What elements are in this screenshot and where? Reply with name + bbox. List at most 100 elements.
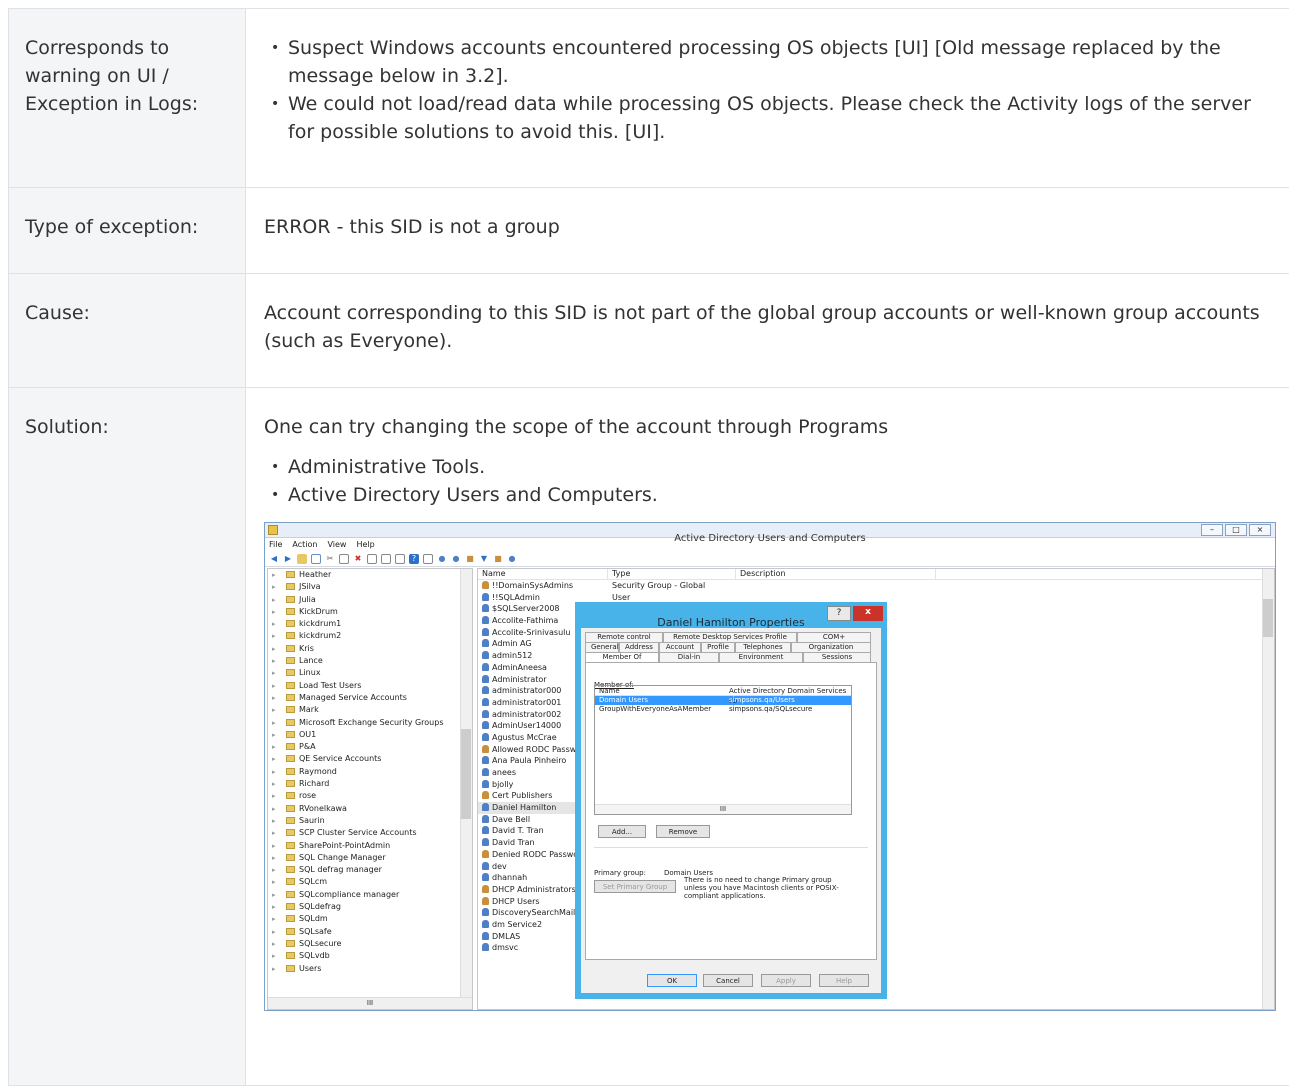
tree-item[interactable]: Mark <box>268 704 472 716</box>
tree-item[interactable]: SharePoint-PointAdmin <box>268 840 472 852</box>
tree-item-label: Kris <box>299 644 314 653</box>
console-icon[interactable] <box>423 554 433 564</box>
tree-item[interactable]: Richard <box>268 778 472 790</box>
scroll-thumb[interactable] <box>461 729 471 819</box>
export-icon[interactable] <box>395 554 405 564</box>
member-hscrollbar[interactable]: III <box>595 804 851 814</box>
tree-item[interactable]: OU1 <box>268 729 472 741</box>
tree-scrollbar[interactable] <box>460 569 472 997</box>
col-name-header[interactable]: Name <box>595 686 725 695</box>
properties-icon[interactable] <box>367 554 377 564</box>
tree-item[interactable]: SQLdm <box>268 913 472 925</box>
tab-general[interactable]: General <box>585 642 619 652</box>
delegate-icon[interactable]: ● <box>507 554 517 564</box>
properties-dialog: Daniel Hamilton Properties ? x Remote co… <box>575 602 887 999</box>
tree-item[interactable]: SQLcompliance manager <box>268 889 472 901</box>
tab-address[interactable]: Address <box>619 642 659 652</box>
user-icon <box>482 721 489 729</box>
tree-item[interactable]: SQL Change Manager <box>268 852 472 864</box>
tab-member-of[interactable]: Member Of <box>585 652 659 662</box>
tree-item[interactable]: Raymond <box>268 766 472 778</box>
tree-item[interactable]: SQLsafe <box>268 926 472 938</box>
close-button[interactable]: × <box>1249 524 1271 536</box>
dialog-help-button[interactable]: ? <box>827 606 851 621</box>
refresh-icon[interactable] <box>381 554 391 564</box>
list-item: Suspect Windows accounts encountered pro… <box>288 34 1276 90</box>
tree-item[interactable]: Linux <box>268 667 472 679</box>
help-button[interactable]: Help <box>819 974 869 987</box>
member-row[interactable]: Domain Users simpsons.qa/Users <box>595 696 851 705</box>
col-folder-header[interactable]: Active Directory Domain Services Fo <box>725 686 851 695</box>
new-ou-icon[interactable]: ■ <box>465 554 475 564</box>
ok-button[interactable]: OK <box>647 974 697 987</box>
tree-item[interactable]: Saurin <box>268 815 472 827</box>
tree-item[interactable]: Julia <box>268 594 472 606</box>
help-icon[interactable]: ? <box>409 554 419 564</box>
tree-item[interactable]: kickdrum2 <box>268 630 472 642</box>
tree-item[interactable]: SQL defrag manager <box>268 864 472 876</box>
filter-icon[interactable]: ▼ <box>479 554 489 564</box>
minimize-button[interactable]: – <box>1201 524 1223 536</box>
tree-item[interactable]: Lance <box>268 655 472 667</box>
tree-item[interactable]: Heather <box>268 569 472 581</box>
tree-item[interactable]: KickDrum <box>268 606 472 618</box>
copy-icon[interactable] <box>339 554 349 564</box>
new-user-icon[interactable]: ● <box>437 554 447 564</box>
tab-organization[interactable]: Organization <box>791 642 871 652</box>
tree-item[interactable]: Users <box>268 963 472 975</box>
tree-item[interactable]: Managed Service Accounts <box>268 692 472 704</box>
list-item[interactable]: !!DomainSysAdminsSecurity Group - Global <box>478 580 1274 592</box>
col-type-header[interactable]: Type <box>608 569 736 579</box>
restore-button[interactable]: □ <box>1225 524 1247 536</box>
member-of-list[interactable]: Name Active Directory Domain Services Fo… <box>594 685 852 815</box>
tab-sessions[interactable]: Sessions <box>803 652 871 662</box>
row-value: One can try changing the scope of the ac… <box>246 388 1289 1086</box>
member-row[interactable]: GroupWithEveryoneAsAMember simpsons.qa/S… <box>595 705 851 714</box>
set-primary-group-button[interactable]: Set Primary Group <box>594 880 676 893</box>
tree-item[interactable]: SCP Cluster Service Accounts <box>268 827 472 839</box>
tree-item[interactable]: SQLsecure <box>268 938 472 950</box>
tab-dial-in[interactable]: Dial-in <box>659 652 719 662</box>
scroll-thumb[interactable] <box>1263 599 1273 637</box>
remove-button[interactable]: Remove <box>656 825 710 838</box>
tab-profile[interactable]: Profile <box>701 642 735 652</box>
dialog-close-button[interactable]: x <box>853 606 883 621</box>
tree-item[interactable]: SQLvdb <box>268 950 472 962</box>
tree-hscrollbar[interactable]: III <box>268 997 472 1009</box>
add-button[interactable]: Add... <box>598 825 646 838</box>
tab-account[interactable]: Account <box>659 642 701 652</box>
tree-item[interactable]: SQLdefrag <box>268 901 472 913</box>
delete-icon[interactable]: ✖ <box>353 554 363 564</box>
tree-item-label: Lance <box>299 656 323 665</box>
tree-item[interactable]: RVonelkawa <box>268 803 472 815</box>
tree-item[interactable]: rose <box>268 790 472 802</box>
item-name: dmsvc <box>492 943 518 952</box>
tab-telephones[interactable]: Telephones <box>735 642 791 652</box>
item-name: Daniel Hamilton <box>492 803 556 812</box>
tree-item[interactable]: Kris <box>268 643 472 655</box>
user-icon <box>482 593 489 601</box>
tree-item[interactable]: Microsoft Exchange Security Groups <box>268 717 472 729</box>
tree-item[interactable]: JSilva <box>268 581 472 593</box>
tab-environment[interactable]: Environment <box>719 652 803 662</box>
item-name: admin512 <box>492 651 532 660</box>
folder-icon[interactable] <box>297 554 307 564</box>
col-description-header[interactable]: Description <box>736 569 936 579</box>
tree-item[interactable]: SQLcm <box>268 876 472 888</box>
tree-item[interactable]: Load Test Users <box>268 680 472 692</box>
col-name-header[interactable]: Name <box>478 569 608 579</box>
forward-icon[interactable]: ▶ <box>283 554 293 564</box>
add-to-group-icon[interactable]: ■ <box>493 554 503 564</box>
cancel-button[interactable]: Cancel <box>703 974 753 987</box>
tree-item[interactable]: QE Service Accounts <box>268 753 472 765</box>
new-group-icon[interactable]: ● <box>451 554 461 564</box>
apply-button[interactable]: Apply <box>761 974 811 987</box>
back-icon[interactable]: ◀ <box>269 554 279 564</box>
view-icon[interactable] <box>311 554 321 564</box>
user-icon <box>482 604 489 612</box>
tree-item[interactable]: P&A <box>268 741 472 753</box>
folder-icon <box>286 620 295 627</box>
cut-icon[interactable]: ✂ <box>325 554 335 564</box>
tree-item[interactable]: kickdrum1 <box>268 618 472 630</box>
list-scrollbar[interactable] <box>1262 569 1274 1009</box>
